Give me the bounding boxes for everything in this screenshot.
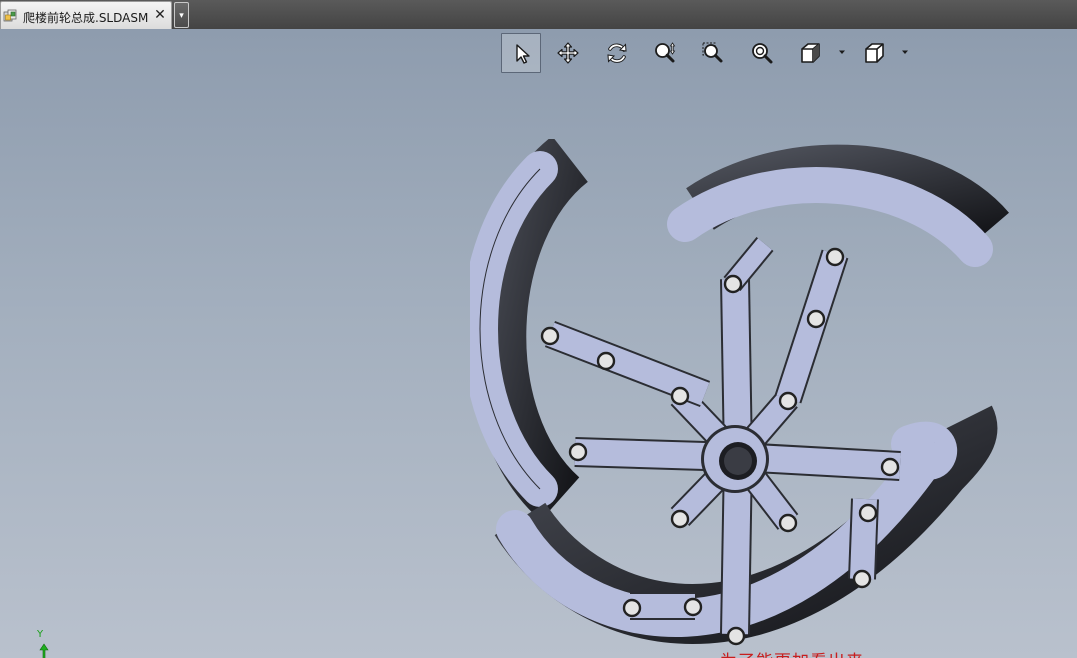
zoom-to-fit-icon (752, 43, 773, 64)
tab-list-dropdown-button[interactable]: ▾ (174, 2, 189, 28)
pan-icon (557, 42, 579, 64)
zoom-in-out-icon (655, 42, 676, 63)
view-orientation-icon (865, 43, 884, 63)
display-style-icon (801, 43, 820, 63)
display-style-dropdown-icon[interactable] (837, 47, 847, 57)
document-tab-bar: 爬楼前轮总成.SLDASM ✕ ▾ (0, 0, 1077, 30)
zoom-to-area-icon (702, 42, 723, 63)
wheel-assembly-model[interactable] (470, 139, 1030, 658)
triad-y-label: Y (37, 629, 44, 640)
close-tab-button[interactable]: ✕ (153, 7, 167, 23)
coordinate-triad: Y (34, 629, 54, 658)
view-orientation-dropdown-icon[interactable] (900, 47, 910, 57)
graphics-viewport[interactable]: Y 为了能更加看出来 (0, 29, 1077, 658)
rotate-button[interactable] (597, 33, 637, 73)
zoom-in-out-button[interactable] (645, 33, 685, 73)
select-button[interactable] (501, 33, 541, 73)
document-tab-title: 爬楼前轮总成.SLDASM (23, 11, 149, 25)
display-style-button[interactable] (790, 33, 830, 73)
annotation-text: 为了能更加看出来 (720, 647, 864, 658)
select-arrow-icon (516, 44, 530, 64)
zoom-to-area-button[interactable] (693, 33, 733, 73)
rotate-icon (607, 43, 627, 63)
view-orientation-button[interactable] (854, 33, 894, 73)
hub[interactable] (701, 425, 769, 493)
triad-y-axis-icon (39, 643, 49, 658)
pan-button[interactable] (548, 33, 588, 73)
assembly-document-icon (3, 9, 17, 22)
document-tab[interactable]: 爬楼前轮总成.SLDASM ✕ (0, 1, 172, 29)
zoom-to-fit-button[interactable] (742, 33, 782, 73)
